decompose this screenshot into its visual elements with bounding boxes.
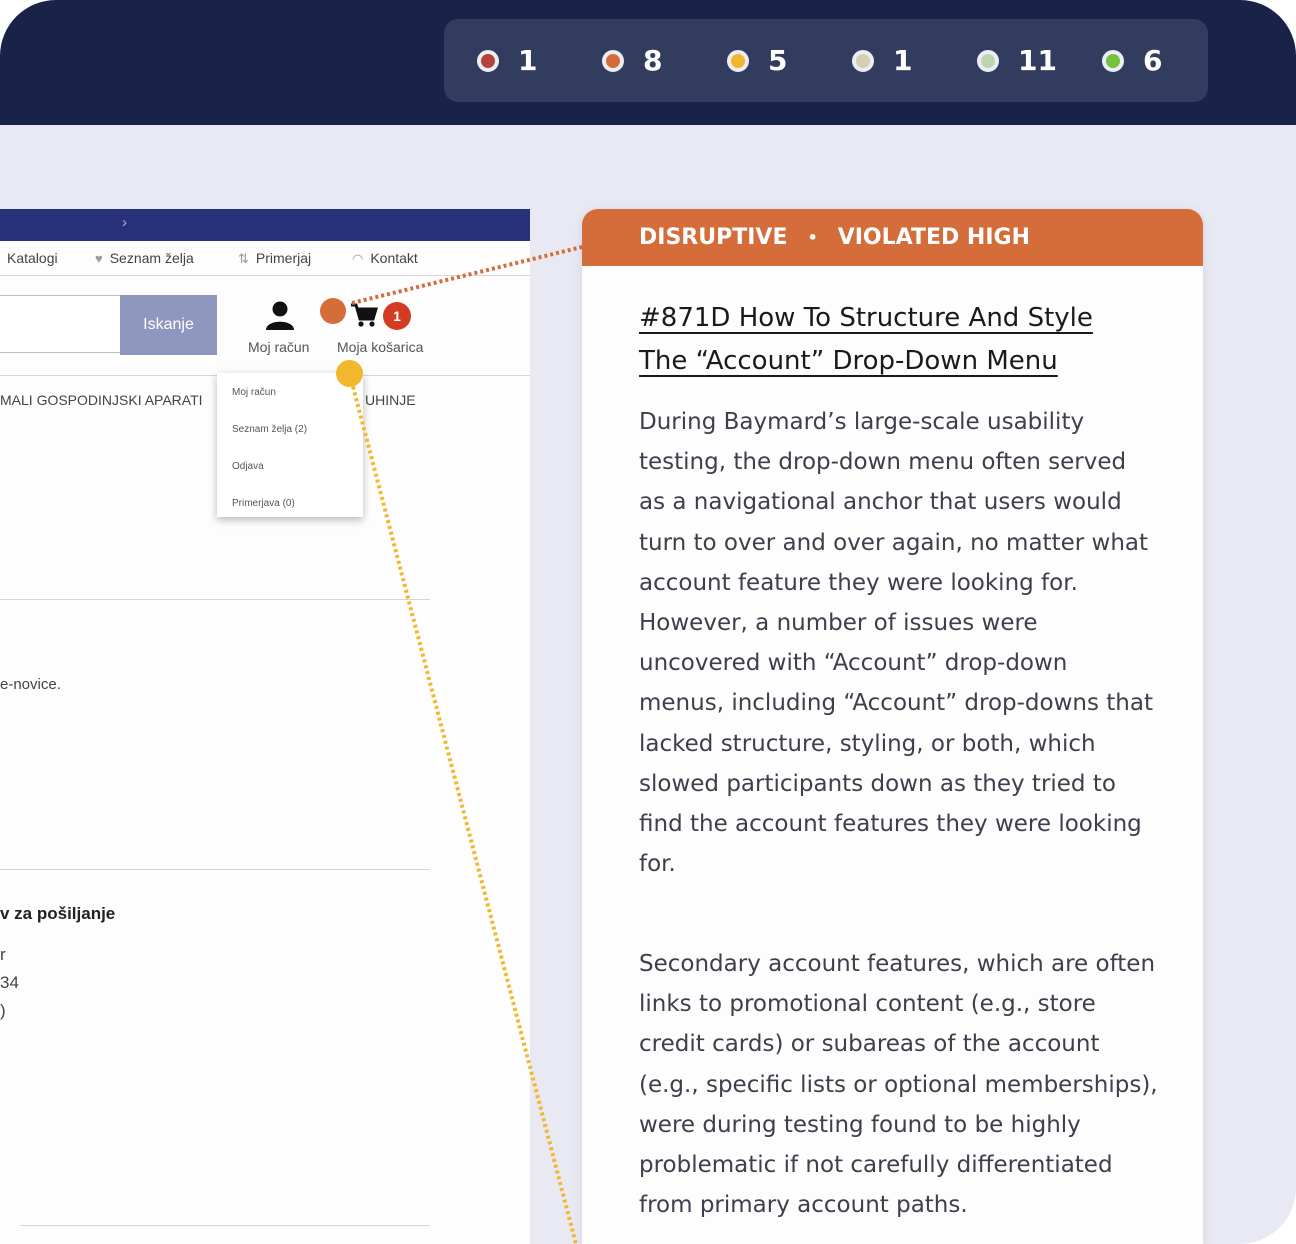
issue-marker-yellow[interactable] <box>336 360 363 387</box>
guideline-card: DISRUPTIVE • VIOLATED HIGH #871D How To … <box>582 209 1203 1244</box>
guideline-title-link[interactable]: #871D How To Structure And Style The “Ac… <box>639 297 1139 383</box>
separator-dot: • <box>807 228 818 247</box>
status-label: VIOLATED HIGH <box>837 225 1030 250</box>
guideline-paragraph: Secondary account features, which are of… <box>639 951 1158 1219</box>
guideline-paragraph: During Baymard’s large-scale usability t… <box>639 409 1153 878</box>
app-frame: 1 8 5 1 11 6 › Katalogi ♥ Seznam želja ⇅… <box>0 0 1296 1244</box>
severity-label: DISRUPTIVE <box>639 225 788 250</box>
card-header: DISRUPTIVE • VIOLATED HIGH <box>582 209 1203 266</box>
issue-marker-orange[interactable] <box>320 298 346 324</box>
